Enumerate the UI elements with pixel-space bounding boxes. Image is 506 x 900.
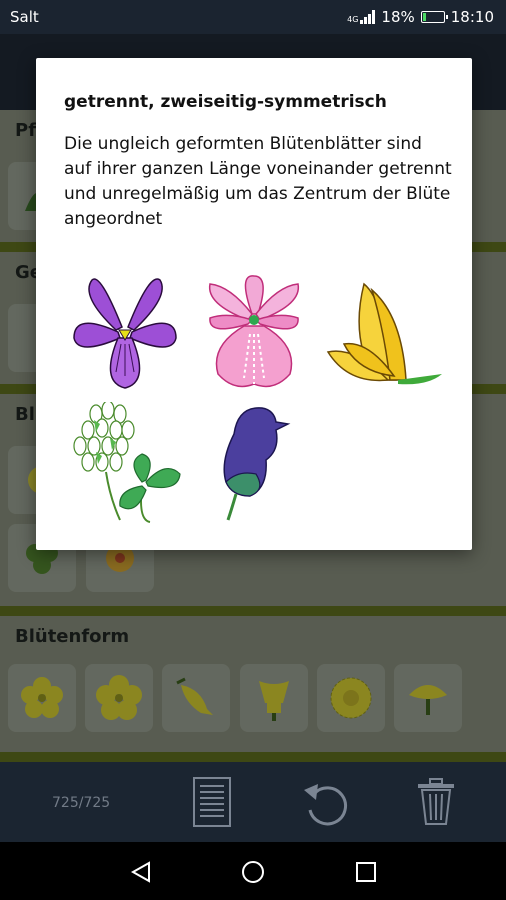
bottom-toolbar: 725/725 (0, 762, 506, 842)
carrier-label: Salt (10, 8, 39, 26)
battery-icon (420, 11, 448, 23)
signal-icon: 4G (347, 10, 376, 24)
result-counter: 725/725 (52, 795, 111, 811)
recents-icon[interactable] (354, 860, 378, 884)
violet-flower-image (73, 278, 177, 389)
orchid-flower-image (208, 275, 300, 388)
pea-flower-yellow-image (326, 282, 442, 385)
monkshood-flower-image (223, 407, 291, 521)
status-bar: Salt 4G 18% 18:10 (0, 0, 506, 34)
dialog-description: Die ungleich geformten Blütenblätter sin… (64, 134, 452, 229)
info-dialog: getrennt, zweiseitig-symmetrisch Die ung… (36, 58, 472, 550)
undo-icon[interactable] (300, 776, 348, 828)
trash-icon[interactable] (416, 776, 456, 828)
list-icon[interactable] (192, 776, 232, 828)
clock: 18:10 (450, 8, 494, 26)
home-icon[interactable] (241, 860, 265, 884)
dialog-title: getrennt, zweiseitig-symmetrisch (64, 92, 387, 112)
back-icon[interactable] (129, 860, 153, 884)
system-nav-bar (0, 842, 506, 900)
battery-percent: 18% (381, 8, 415, 26)
clover-flower-image (73, 402, 181, 523)
